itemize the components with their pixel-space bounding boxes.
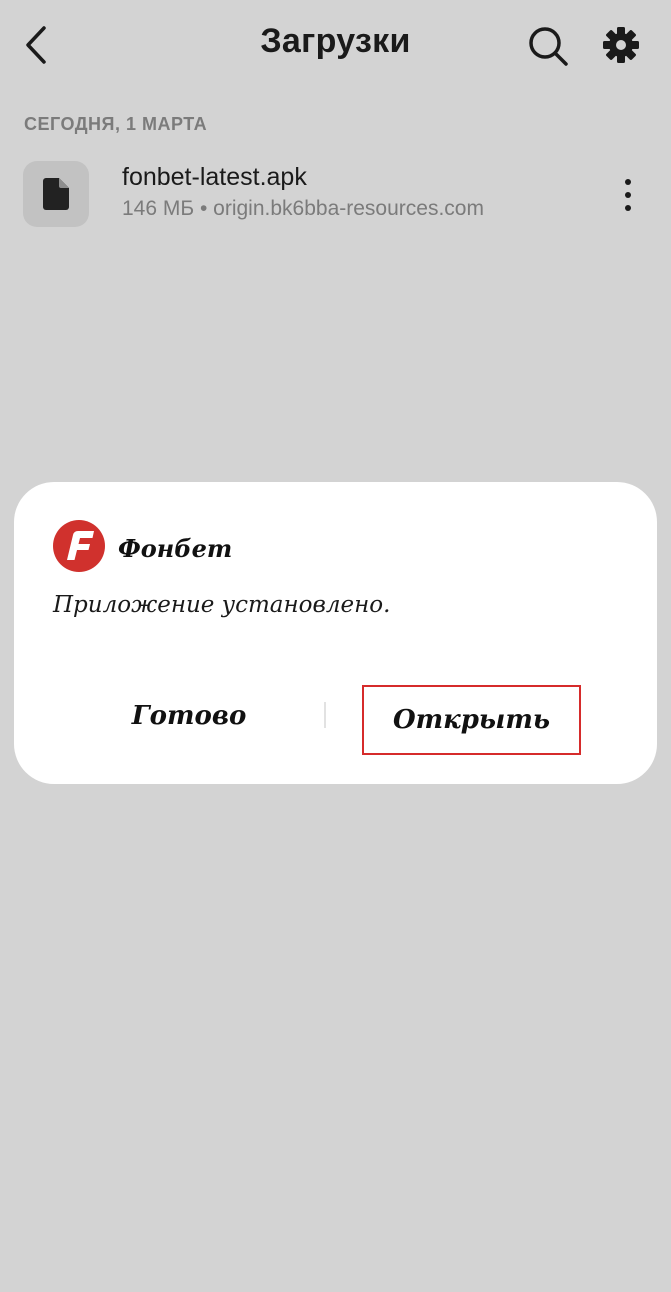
- date-section-header: СЕГОДНЯ, 1 МАРТА: [24, 114, 208, 134]
- more-options-button[interactable]: [608, 175, 648, 215]
- open-button[interactable]: Открыть: [362, 685, 581, 755]
- download-list-item[interactable]: fonbet-latest.apk 146 МБ • origin.bk6bba…: [0, 155, 671, 233]
- button-divider: [324, 702, 326, 728]
- done-button[interactable]: Готово: [74, 686, 304, 746]
- top-app-bar: Загрузки: [0, 0, 671, 92]
- settings-button[interactable]: [600, 24, 642, 66]
- file-icon: [43, 178, 69, 210]
- page-title: Загрузки: [260, 22, 411, 60]
- app-name: Фонбет: [118, 534, 233, 563]
- file-name: fonbet-latest.apk: [122, 163, 307, 191]
- install-complete-dialog: Фонбет Приложение установлено. Готово От…: [14, 482, 657, 784]
- dialog-message: Приложение установлено.: [53, 592, 391, 618]
- search-button[interactable]: [526, 24, 570, 68]
- file-thumbnail: [23, 161, 89, 227]
- gear-icon: [603, 27, 639, 63]
- search-icon: [529, 27, 568, 66]
- fonbet-logo: [53, 520, 105, 572]
- file-meta: 146 МБ • origin.bk6bba-resources.com: [122, 197, 484, 220]
- more-vertical-icon: [625, 179, 631, 211]
